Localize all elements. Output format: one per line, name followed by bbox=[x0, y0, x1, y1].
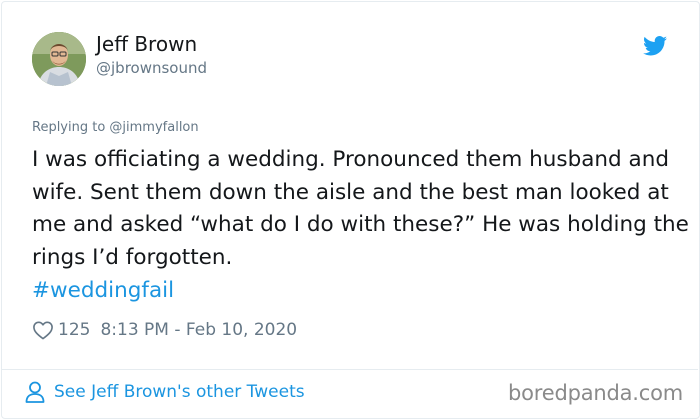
hashtag-link[interactable]: #weddingfail bbox=[32, 275, 174, 307]
see-other-tweets-link[interactable]: See Jeff Brown's other Tweets bbox=[24, 380, 305, 404]
watermark: boredpanda.com bbox=[508, 381, 684, 405]
tweet-meta: 125 8:13 PM - Feb 10, 2020 bbox=[32, 318, 297, 342]
author-name[interactable]: Jeff Brown bbox=[96, 32, 197, 56]
profile-photo-icon bbox=[32, 32, 86, 86]
avatar[interactable] bbox=[32, 32, 86, 86]
twitter-bird-icon[interactable] bbox=[643, 36, 667, 56]
timestamp[interactable]: 8:13 PM - Feb 10, 2020 bbox=[100, 320, 297, 340]
heart-icon[interactable] bbox=[32, 320, 54, 340]
tweet-card: Jeff Brown @jbrownsound Replying to @jim… bbox=[0, 0, 700, 419]
user-icon bbox=[25, 381, 45, 403]
author-handle[interactable]: @jbrownsound bbox=[96, 58, 207, 78]
tweet-text: I was officiating a wedding. Pronounced … bbox=[32, 147, 689, 270]
footer-divider bbox=[2, 369, 698, 370]
see-other-tweets-label[interactable]: See Jeff Brown's other Tweets bbox=[54, 382, 305, 402]
replying-to[interactable]: Replying to @jimmyfallon bbox=[32, 119, 199, 137]
like-count[interactable]: 125 bbox=[58, 320, 90, 340]
